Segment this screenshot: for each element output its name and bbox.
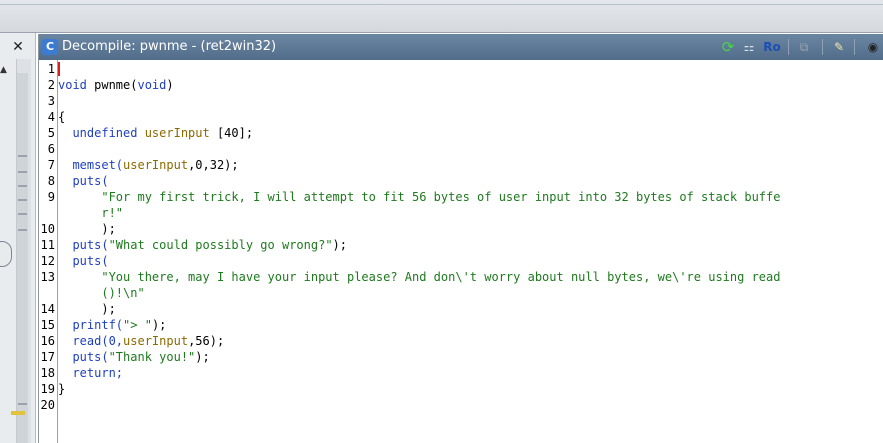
code-line-13[interactable]: "You there, may I have your input please… bbox=[58, 270, 780, 284]
window-title: Decompile: pwnme - (ret2win32) bbox=[62, 39, 277, 54]
text-cursor bbox=[58, 62, 60, 76]
close-icon[interactable]: ✕ bbox=[10, 39, 26, 55]
graph-icon[interactable]: ⚏ bbox=[740, 38, 758, 56]
line-number: 16 bbox=[40, 334, 55, 348]
snapshot-icon[interactable]: ◉ bbox=[864, 38, 882, 56]
code-line-2[interactable]: void pwnme(void) bbox=[58, 78, 174, 92]
line-number: 2 bbox=[47, 78, 55, 92]
code-line-16[interactable]: read(0,userInput,56); bbox=[58, 334, 224, 348]
window-titlebar: C Decompile: pwnme - (ret2win32) ⟳ ⚏ Ro … bbox=[39, 34, 883, 60]
line-number: 5 bbox=[47, 126, 55, 140]
line-number: 10 bbox=[40, 222, 55, 236]
line-number: 19 bbox=[40, 382, 55, 396]
refresh-icon[interactable]: ⟳ bbox=[719, 38, 737, 56]
code-line-11[interactable]: puts("What could possibly go wrong?"); bbox=[58, 238, 347, 252]
scroll-marker bbox=[18, 199, 27, 201]
line-number: 12 bbox=[40, 254, 55, 268]
left-panel: ✕ ▲ bbox=[0, 33, 36, 443]
edit-icon[interactable]: ✎ bbox=[830, 38, 848, 56]
code-view[interactable]: 1 2 3 4 5 6 7 8 9 10 11 12 13 14 15 16 17 18 19 20 void pwn… bbox=[39, 60, 883, 443]
scroll-marker bbox=[18, 213, 27, 215]
scroll-marker bbox=[18, 185, 27, 187]
scroll-marker bbox=[18, 229, 27, 231]
read-only-toggle[interactable]: Ro bbox=[761, 38, 783, 56]
code-line-18[interactable]: return; bbox=[58, 366, 123, 380]
toolbar-separator bbox=[788, 39, 789, 55]
panel-splitter-knob[interactable] bbox=[0, 241, 12, 267]
code-line-17[interactable]: puts("Thank you!"); bbox=[58, 350, 209, 364]
line-number: 18 bbox=[40, 366, 55, 380]
code-line-4[interactable]: { bbox=[58, 110, 65, 124]
code-line-13-wrap[interactable]: ()!\n" bbox=[58, 286, 144, 300]
line-number: 11 bbox=[40, 238, 55, 252]
line-number-gutter: 1 2 3 4 5 6 7 8 9 10 11 12 13 14 15 16 17 18 19 20 bbox=[39, 60, 58, 443]
scrollbar-thumb[interactable] bbox=[17, 73, 28, 443]
scroll-marker bbox=[18, 403, 27, 405]
line-number: 15 bbox=[40, 318, 55, 332]
decompiler-icon: C bbox=[42, 39, 58, 55]
line-number: 17 bbox=[40, 350, 55, 364]
code-line-14[interactable]: ); bbox=[58, 302, 115, 316]
line-number: 8 bbox=[47, 174, 55, 188]
line-number: 14 bbox=[40, 302, 55, 316]
top-bar bbox=[0, 0, 883, 33]
code-line-9-wrap[interactable]: r!" bbox=[58, 206, 123, 220]
toolbar-separator bbox=[854, 39, 855, 55]
line-number: 3 bbox=[47, 94, 55, 108]
toolbar-separator bbox=[822, 39, 823, 55]
line-number: 9 bbox=[47, 190, 55, 204]
code-line-10[interactable]: ); bbox=[58, 222, 115, 236]
line-number: 7 bbox=[47, 158, 55, 172]
current-position-marker bbox=[11, 411, 25, 415]
code-line-8[interactable]: puts( bbox=[58, 174, 108, 188]
line-number: 6 bbox=[47, 142, 55, 156]
line-number: 4 bbox=[47, 110, 55, 124]
code-line-5[interactable]: undefined userInput [40]; bbox=[58, 126, 253, 140]
scroll-marker bbox=[18, 171, 27, 173]
code-line-19[interactable]: } bbox=[58, 382, 65, 396]
scroll-marker bbox=[18, 155, 27, 157]
line-number: 20 bbox=[40, 398, 55, 412]
code-line-7[interactable]: memset(userInput,0,32); bbox=[58, 158, 238, 172]
code-line-9[interactable]: "For my first trick, I will attempt to f… bbox=[58, 190, 780, 204]
scroll-up-icon[interactable]: ▲ bbox=[0, 65, 7, 75]
decompiler-window: C Decompile: pwnme - (ret2win32) ⟳ ⚏ Ro … bbox=[38, 34, 883, 443]
line-number: 1 bbox=[47, 62, 55, 76]
code-line-15[interactable]: printf("> "); bbox=[58, 318, 166, 332]
code-line-12[interactable]: puts( bbox=[58, 254, 108, 268]
copy-icon[interactable]: ⧉ bbox=[795, 38, 813, 56]
line-number: 13 bbox=[40, 270, 55, 284]
